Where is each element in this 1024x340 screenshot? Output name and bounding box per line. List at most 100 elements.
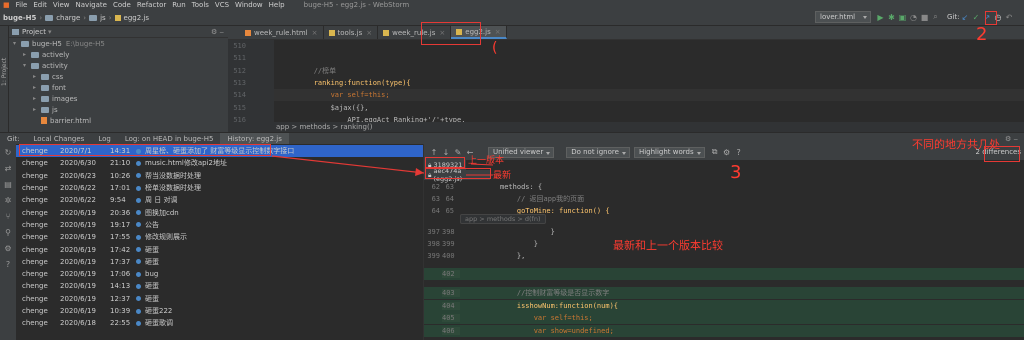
commit-row[interactable]: chenge 2020/6/22 17:01 榜单没数据时处理 <box>16 182 423 194</box>
run-icon[interactable]: ▶ <box>875 11 886 23</box>
tree-item[interactable]: barrier.html <box>9 115 228 126</box>
highlight-mode-dropdown[interactable]: Highlight words <box>633 146 705 158</box>
tab-local-changes[interactable]: Local Changes <box>26 133 91 145</box>
commit-row[interactable]: chenge 2020/6/19 17:37 砸蛋 <box>16 256 423 268</box>
menu-help[interactable]: Help <box>266 1 288 9</box>
diff-line[interactable]: 398 399 } <box>424 238 1024 250</box>
diff-line-added[interactable]: 402 <box>424 268 1024 281</box>
diff-line[interactable]: 63 64 // 返回app我的页面 <box>424 193 1024 205</box>
chevron-right-icon[interactable]: ▸ <box>33 106 41 113</box>
cherry-pick-icon[interactable]: ✲ <box>0 192 16 208</box>
tree-item[interactable]: ▸ font <box>9 82 228 93</box>
help-icon[interactable]: ? <box>0 256 16 272</box>
breadcrumb-project[interactable]: buge-H5 <box>0 14 39 22</box>
rollback-icon[interactable]: ↶ <box>1003 11 1014 23</box>
edit-icon[interactable]: ✎ <box>452 148 464 157</box>
code-line[interactable]: 514 var self=this; <box>228 89 1024 102</box>
commit-row[interactable]: chenge 2020/6/19 12:37 砸蛋 <box>16 293 423 305</box>
menu-run[interactable]: Run <box>169 1 188 9</box>
diff-line-added[interactable]: 406 var show=undefined; <box>424 325 1024 338</box>
tree-item[interactable]: ▸ css <box>9 71 228 82</box>
menu-window[interactable]: Window <box>232 1 266 9</box>
close-icon[interactable]: × <box>312 29 318 37</box>
tab-tools-js[interactable]: tools.js × <box>324 26 379 39</box>
commit-row[interactable]: chenge 2020/6/19 14:13 砸蛋 <box>16 280 423 292</box>
menu-tools[interactable]: Tools <box>189 1 212 9</box>
arrow-down-icon[interactable]: ↓ <box>440 148 452 157</box>
chevron-right-icon[interactable]: ▸ <box>33 84 41 91</box>
code-line[interactable]: 510 <box>228 40 1024 53</box>
code-view[interactable]: 510 511 512 //榜单 513 ranking:function(type)… <box>228 40 1024 127</box>
debug-icon[interactable]: ✱ <box>886 11 897 23</box>
tab-log[interactable]: Log <box>91 133 118 145</box>
close-icon[interactable]: × <box>366 29 372 37</box>
code-line[interactable]: 513 ranking:function(type){ <box>228 76 1024 90</box>
chevron-down-icon[interactable]: ▾ <box>13 40 21 47</box>
tab-log-head[interactable]: Log: on HEAD in buge-H5 <box>118 133 221 145</box>
breadcrumb-file[interactable]: egg2.js <box>112 14 152 22</box>
tab-week-rule-html[interactable]: week_rule.html × <box>240 26 324 39</box>
menu-vcs[interactable]: VCS <box>212 1 232 9</box>
ignore-whitespace-dropdown[interactable]: Do not ignore <box>566 146 630 158</box>
diff-line-added[interactable]: 404 isshowNum:function(num){ <box>424 300 1024 313</box>
run-config-dropdown[interactable]: lover.html <box>815 11 871 23</box>
tree-item[interactable]: ▸ images <box>9 93 228 104</box>
commit-row[interactable]: chenge 2020/6/19 17:06 bug <box>16 268 423 280</box>
gear-icon[interactable]: ⚙ ‒ <box>211 28 224 36</box>
diff-line[interactable]: 62 63 methods: { <box>424 181 1024 193</box>
update-project-icon[interactable]: ↙ <box>959 11 970 23</box>
project-tool-window-label[interactable]: 1: Project <box>1 58 8 86</box>
menu-view[interactable]: View <box>50 1 73 9</box>
chevron-right-icon[interactable]: ▸ <box>23 51 31 58</box>
menu-refactor[interactable]: Refactor <box>134 1 169 9</box>
menu-file[interactable]: File <box>13 1 31 9</box>
refresh-icon[interactable]: ↻ <box>0 144 16 160</box>
settings-icon[interactable]: ⚙ <box>0 240 16 256</box>
menu-navigate[interactable]: Navigate <box>73 1 110 9</box>
show-files-icon[interactable]: ▤ <box>0 176 16 192</box>
tree-item[interactable]: ▸ actively <box>9 49 228 60</box>
profile-icon[interactable]: ◔ <box>908 11 919 23</box>
project-view-dropdown[interactable]: Project <box>22 28 46 36</box>
chevron-right-icon[interactable]: ▸ <box>33 95 41 102</box>
tab-history-egg2[interactable]: History: egg2.js <box>220 132 289 145</box>
diff-line[interactable]: 399 400 }, <box>424 250 1024 262</box>
filter-icon[interactable]: ⚲ <box>0 224 16 240</box>
code-line[interactable]: 515 $ajax({}, <box>228 101 1024 114</box>
collapse-icon[interactable]: ⧉ <box>709 147 721 157</box>
commit-row[interactable]: chenge 2020/6/19 17:42 砸蛋 <box>16 243 423 255</box>
branch-icon[interactable]: ⑂ <box>0 208 16 224</box>
menu-edit[interactable]: Edit <box>30 1 50 9</box>
commit-row[interactable]: chenge 2020/6/19 10:39 砸蛋222 <box>16 305 423 317</box>
commit-row[interactable]: chenge 2020/6/19 20:36 图换加cdn <box>16 207 423 219</box>
diff-line-added[interactable]: 405 var self=this; <box>424 312 1024 325</box>
commit-row[interactable]: chenge 2020/6/23 10:26 帮当没数据时处理 <box>16 170 423 182</box>
help-icon[interactable]: ? <box>733 148 745 157</box>
close-icon[interactable]: × <box>495 28 501 36</box>
diff-icon[interactable]: ⇄ <box>0 160 16 176</box>
code-line[interactable]: 512 //榜单 <box>228 64 1024 77</box>
coverage-icon[interactable]: ▣ <box>897 11 908 23</box>
tree-item[interactable]: ▸ js <box>9 104 228 115</box>
chevron-down-icon[interactable]: ▾ <box>23 62 31 69</box>
search-everywhere-icon[interactable]: ⌕ <box>930 11 941 23</box>
commit-row[interactable]: chenge 2020/6/22 9:54 周 日 对调 <box>16 194 423 206</box>
tree-item[interactable]: ▾ buge-H5 E:\buge-H5 <box>9 38 228 49</box>
commit-row[interactable]: chenge 2020/6/18 22:55 砸蛋歌调 <box>16 317 423 329</box>
tree-item[interactable]: ▾ activity <box>9 60 228 71</box>
diff-line[interactable]: 397 398 } <box>424 226 1024 238</box>
commit-icon[interactable]: ✓ <box>970 11 981 23</box>
chevron-right-icon[interactable]: ▸ <box>33 73 41 80</box>
gear-icon[interactable]: ⚙ ‒ <box>1005 135 1018 143</box>
commit-row[interactable]: chenge 2020/6/19 17:55 修改规则展示 <box>16 231 423 243</box>
diff-line-added[interactable]: 403 //控制财富等级是否显示数字 <box>424 287 1024 300</box>
code-breadcrumb[interactable]: app > methods > ranking() <box>228 122 1024 132</box>
commit-row[interactable]: chenge 2020/6/30 21:10 music.html修改api2地址 <box>16 157 423 169</box>
settings-icon[interactable]: ⚙ <box>721 148 733 157</box>
chevron-down-icon[interactable]: ▾ <box>48 28 52 36</box>
breadcrumb-folder-charge[interactable]: charge <box>42 14 83 22</box>
collapsed-region[interactable]: app > methods > d(fn) <box>460 214 546 224</box>
stop-icon[interactable]: ■ <box>919 11 930 23</box>
arrow-up-icon[interactable]: ↑ <box>428 148 440 157</box>
code-line[interactable]: 511 <box>228 52 1024 65</box>
